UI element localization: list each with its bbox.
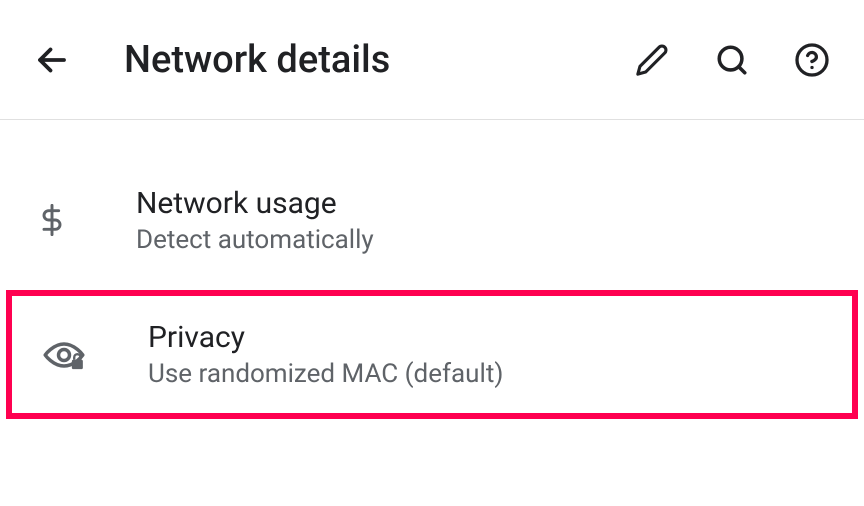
page-title: Network details (124, 38, 628, 82)
edit-button[interactable] (628, 36, 676, 84)
dollar-icon (28, 196, 76, 244)
search-button[interactable] (708, 36, 756, 84)
pencil-icon (635, 43, 669, 77)
action-buttons (628, 36, 836, 84)
privacy-eye-icon (40, 331, 88, 379)
network-usage-subtitle: Detect automatically (136, 225, 374, 255)
privacy-text: Privacy Use randomized MAC (default) (148, 320, 503, 389)
content: Network usage Detect automatically Priva… (0, 120, 864, 419)
privacy-item[interactable]: Privacy Use randomized MAC (default) (6, 290, 858, 419)
search-icon (715, 43, 749, 77)
back-button[interactable] (28, 36, 76, 84)
help-button[interactable] (788, 36, 836, 84)
network-usage-title: Network usage (136, 186, 374, 221)
help-icon (794, 42, 830, 78)
back-arrow-icon (34, 42, 70, 78)
privacy-subtitle: Use randomized MAC (default) (148, 359, 503, 389)
network-usage-text: Network usage Detect automatically (136, 186, 374, 255)
network-usage-item[interactable]: Network usage Detect automatically (0, 160, 864, 280)
privacy-title: Privacy (148, 320, 503, 355)
header: Network details (0, 0, 864, 120)
